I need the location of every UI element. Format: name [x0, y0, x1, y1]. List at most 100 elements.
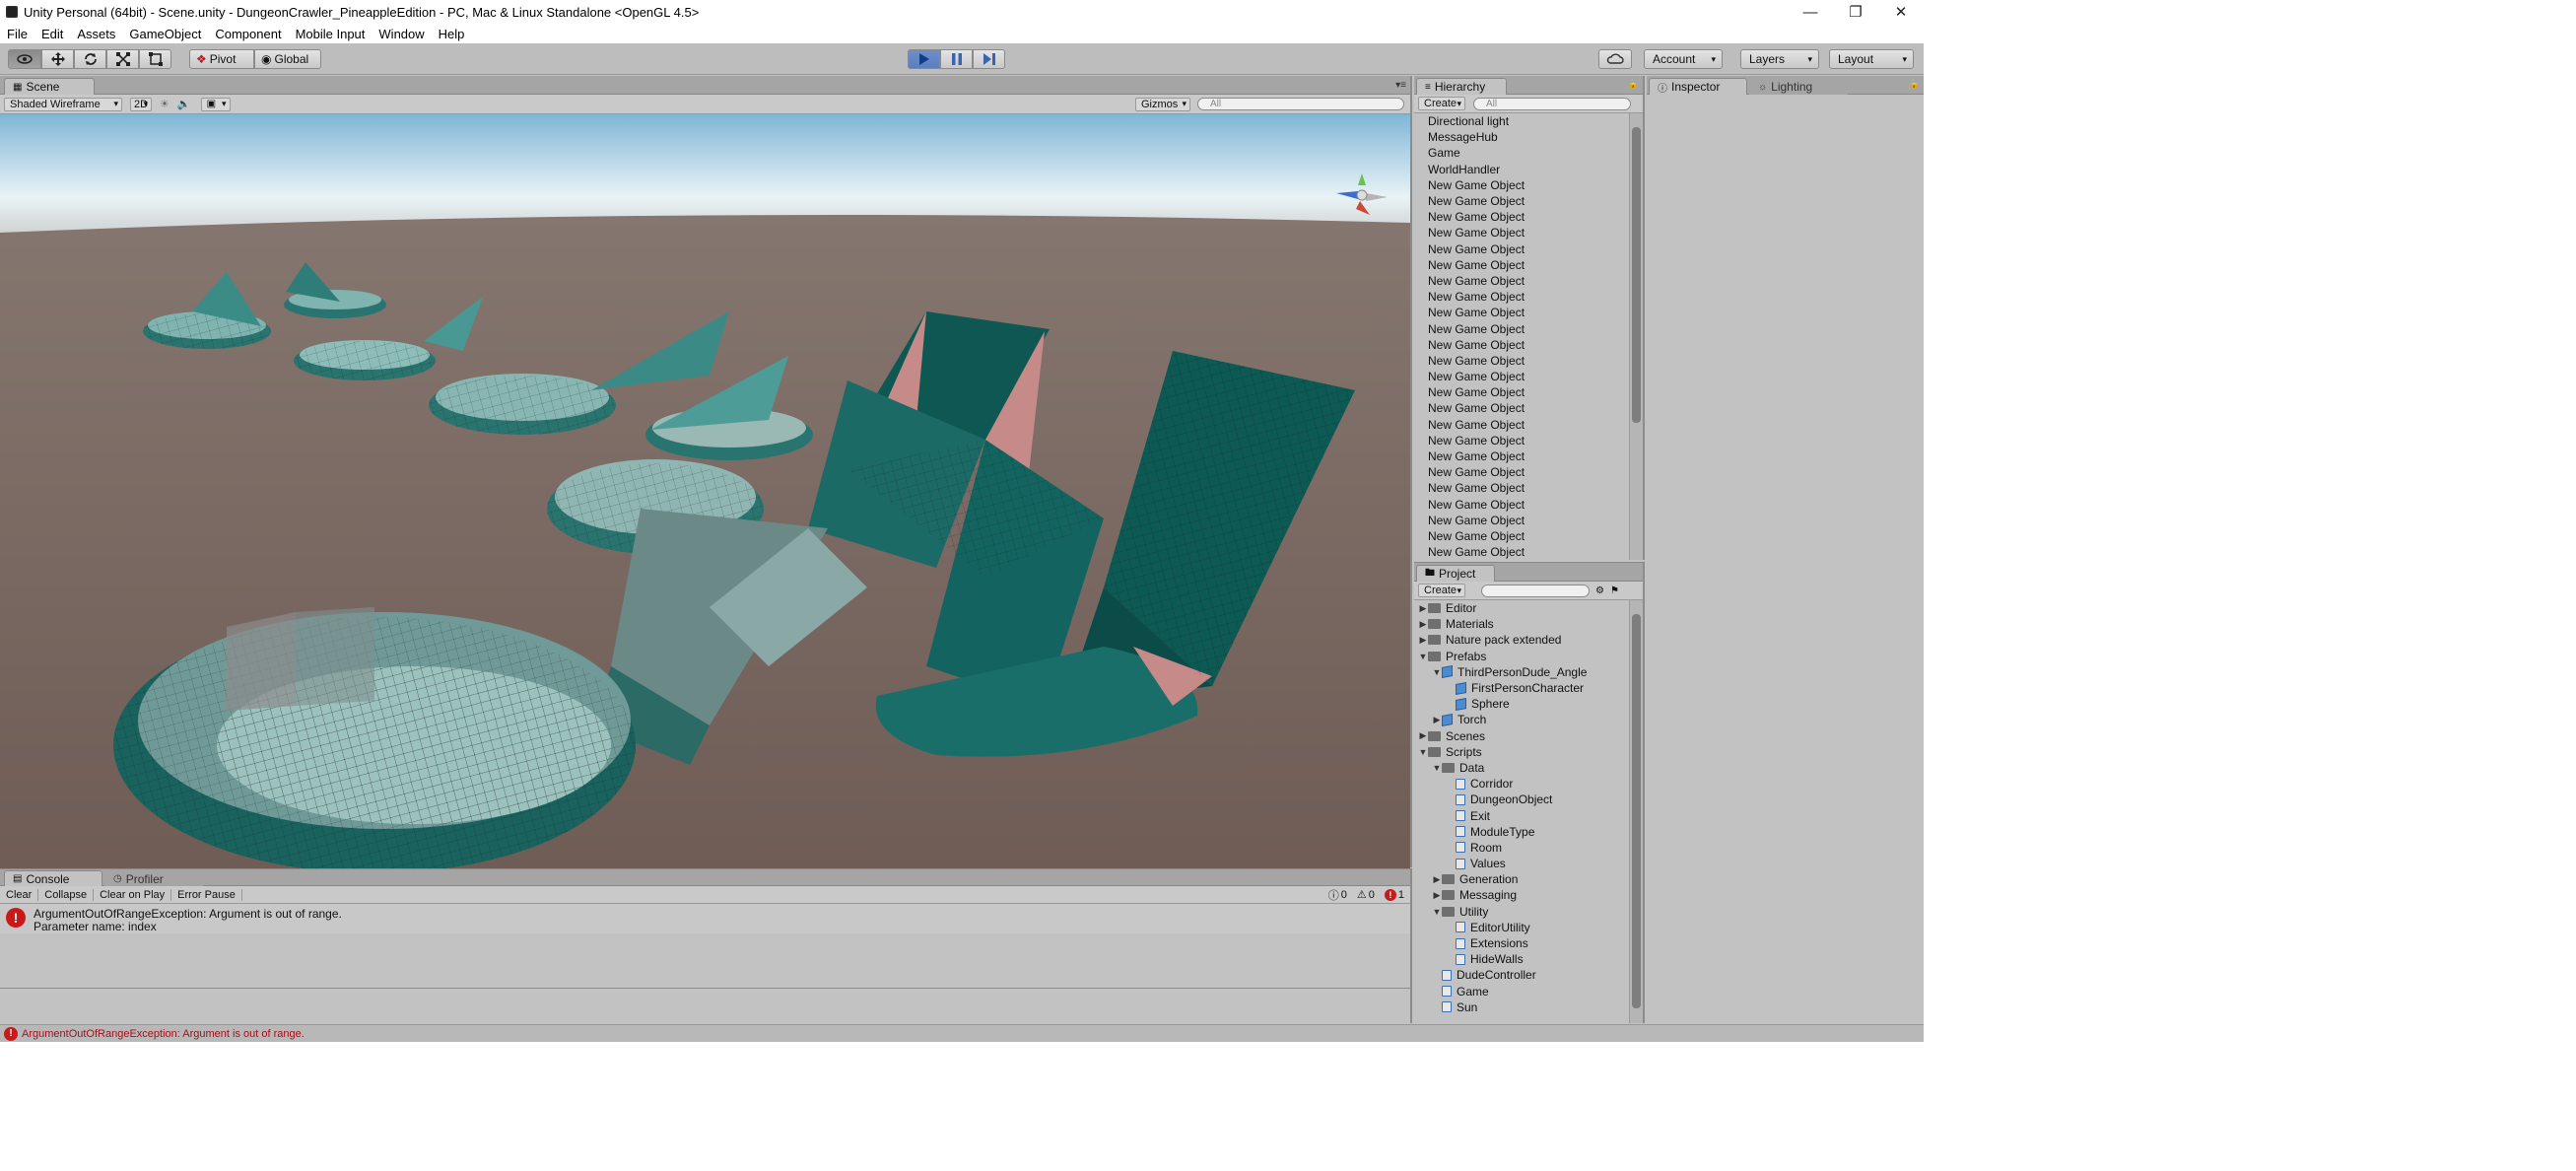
project-tree-item[interactable]: Extensions [1414, 935, 1629, 951]
hierarchy-item[interactable]: New Game Object [1414, 417, 1629, 433]
hierarchy-item[interactable]: New Game Object [1414, 177, 1629, 193]
collapsed-arrow-icon[interactable]: ▶ [1418, 619, 1428, 630]
filter-type-icon[interactable]: ⚙ [1595, 586, 1604, 596]
project-tree-item[interactable]: ▼ Utility [1414, 904, 1629, 920]
project-scroll-thumb[interactable] [1632, 614, 1641, 1008]
expanded-arrow-icon[interactable]: ▼ [1432, 667, 1442, 677]
tab-lighting[interactable]: ☼ Lighting [1749, 78, 1848, 95]
project-tree-item[interactable]: EditorUtility [1414, 920, 1629, 935]
project-tree-item[interactable]: FirstPersonCharacter [1414, 680, 1629, 696]
hierarchy-item[interactable]: New Game Object [1414, 257, 1629, 273]
hierarchy-item[interactable]: MessageHub [1414, 129, 1629, 145]
hierarchy-item[interactable]: New Game Object [1414, 241, 1629, 257]
project-tree-item[interactable]: ▶ Nature pack extended [1414, 632, 1629, 648]
hierarchy-item[interactable]: Game [1414, 145, 1629, 161]
project-tree-item[interactable]: DudeController [1414, 967, 1629, 983]
project-tree-item[interactable]: Sphere [1414, 696, 1629, 712]
collapsed-arrow-icon[interactable]: ▶ [1432, 715, 1442, 725]
hierarchy-item[interactable]: New Game Object [1414, 448, 1629, 464]
status-message[interactable]: ArgumentOutOfRangeException: Argument is… [22, 1028, 305, 1040]
hierarchy-item[interactable]: New Game Object [1414, 209, 1629, 225]
collapsed-arrow-icon[interactable]: ▶ [1418, 603, 1428, 614]
project-tree-item[interactable]: ▼ Prefabs [1414, 649, 1629, 664]
console-collapse-button[interactable]: Collapse [38, 888, 95, 901]
project-scrollbar[interactable] [1629, 600, 1643, 1023]
project-tree-item[interactable]: ▼ Scripts [1414, 744, 1629, 760]
console-error-pause-button[interactable]: Error Pause [171, 888, 242, 901]
lock-icon[interactable]: 🔒 [1909, 79, 1920, 90]
hierarchy-item[interactable]: New Game Object [1414, 273, 1629, 289]
project-tree-item[interactable]: Exit [1414, 807, 1629, 823]
project-tree-item[interactable]: ModuleType [1414, 824, 1629, 840]
project-tree-item[interactable]: ▼ ThirdPersonDude_Angle [1414, 664, 1629, 680]
toggle-2d-button[interactable]: 2D [130, 97, 152, 111]
project-tree-item[interactable]: Values [1414, 856, 1629, 871]
console-log-entry[interactable]: ! ArgumentOutOfRangeException: Argument … [0, 904, 1410, 933]
menu-gameobject[interactable]: GameObject [122, 27, 208, 41]
hierarchy-item[interactable]: New Game Object [1414, 337, 1629, 353]
project-tree-item[interactable]: ▼ Data [1414, 760, 1629, 776]
project-tree-item[interactable]: Corridor [1414, 776, 1629, 792]
console-clear-button[interactable]: Clear [0, 888, 39, 901]
lock-icon[interactable]: 🔒 [1628, 79, 1639, 90]
scene-effects-dropdown[interactable]: ▣ [200, 97, 231, 111]
restore-button[interactable]: ❐ [1833, 0, 1878, 24]
layout-dropdown[interactable]: Layout ▾ [1829, 49, 1914, 69]
expanded-arrow-icon[interactable]: ▼ [1418, 652, 1428, 661]
hierarchy-item[interactable]: New Game Object [1414, 480, 1629, 496]
collapsed-arrow-icon[interactable]: ▶ [1418, 635, 1428, 646]
project-tree-item[interactable]: ▶ Torch [1414, 712, 1629, 727]
hierarchy-item[interactable]: New Game Object [1414, 225, 1629, 241]
panel-menu-icon[interactable]: ▾≡ [1395, 80, 1406, 91]
menu-assets[interactable]: Assets [70, 27, 122, 41]
hierarchy-scrollbar[interactable] [1629, 113, 1643, 560]
menu-window[interactable]: Window [372, 27, 431, 41]
scene-search-input[interactable]: All [1197, 98, 1404, 110]
project-tree-item[interactable]: ▶ Materials [1414, 616, 1629, 632]
hierarchy-item[interactable]: New Game Object [1414, 433, 1629, 448]
hierarchy-item[interactable]: New Game Object [1414, 464, 1629, 480]
tab-profiler[interactable]: ◷ Profiler [104, 870, 203, 886]
project-tree-item[interactable]: ▶ Scenes [1414, 728, 1629, 744]
cloud-button[interactable] [1598, 49, 1632, 69]
hierarchy-item[interactable]: WorldHandler [1414, 162, 1629, 177]
menu-edit[interactable]: Edit [34, 27, 70, 41]
scene-viewport[interactable] [0, 114, 1410, 878]
expanded-arrow-icon[interactable]: ▼ [1418, 747, 1428, 757]
expanded-arrow-icon[interactable]: ▼ [1432, 763, 1442, 773]
hierarchy-item[interactable]: New Game Object [1414, 305, 1629, 320]
hierarchy-search-input[interactable]: All [1473, 97, 1631, 110]
project-tree-item[interactable]: DungeonObject [1414, 792, 1629, 807]
hierarchy-item[interactable]: New Game Object [1414, 289, 1629, 305]
project-tree-item[interactable]: ▶ Messaging [1414, 887, 1629, 903]
menu-help[interactable]: Help [432, 27, 472, 41]
project-tree-item[interactable]: ▶ Editor [1414, 600, 1629, 616]
tab-hierarchy[interactable]: ≡ Hierarchy [1416, 78, 1507, 95]
project-tree-item[interactable]: Sun [1414, 999, 1629, 1015]
warning-count-toggle[interactable]: ⚠ 0 [1357, 888, 1375, 902]
filter-label-icon[interactable]: ⚑ [1610, 586, 1619, 596]
log-count-toggle[interactable]: ⓘ 0 [1328, 887, 1347, 903]
project-create-dropdown[interactable]: Create [1418, 584, 1465, 597]
tab-inspector[interactable]: ⓘ Inspector [1649, 78, 1747, 95]
gizmos-dropdown[interactable]: Gizmos [1135, 97, 1190, 111]
hierarchy-item[interactable]: New Game Object [1414, 528, 1629, 544]
tab-project[interactable]: 🖿 Project [1416, 565, 1495, 582]
tab-console[interactable]: ▤ Console [4, 870, 102, 886]
scale-tool-button[interactable] [106, 49, 139, 69]
project-search-input[interactable] [1481, 584, 1590, 597]
collapsed-arrow-icon[interactable]: ▶ [1432, 890, 1442, 901]
hierarchy-item[interactable]: Directional light [1414, 113, 1629, 129]
minimize-button[interactable]: — [1788, 0, 1833, 24]
shading-mode-dropdown[interactable]: Shaded Wireframe [4, 97, 122, 111]
move-tool-button[interactable] [41, 49, 74, 69]
close-button[interactable]: ✕ [1878, 0, 1924, 24]
menu-file[interactable]: File [0, 27, 34, 41]
rotate-tool-button[interactable] [74, 49, 106, 69]
project-tree-item[interactable]: HideWalls [1414, 951, 1629, 967]
global-toggle-button[interactable]: ◉ Global [254, 49, 321, 69]
hierarchy-item[interactable]: New Game Object [1414, 400, 1629, 416]
hierarchy-scroll-thumb[interactable] [1632, 127, 1641, 423]
hierarchy-item[interactable]: New Game Object [1414, 369, 1629, 384]
scene-audio-icon[interactable]: 🔈 [177, 98, 191, 110]
